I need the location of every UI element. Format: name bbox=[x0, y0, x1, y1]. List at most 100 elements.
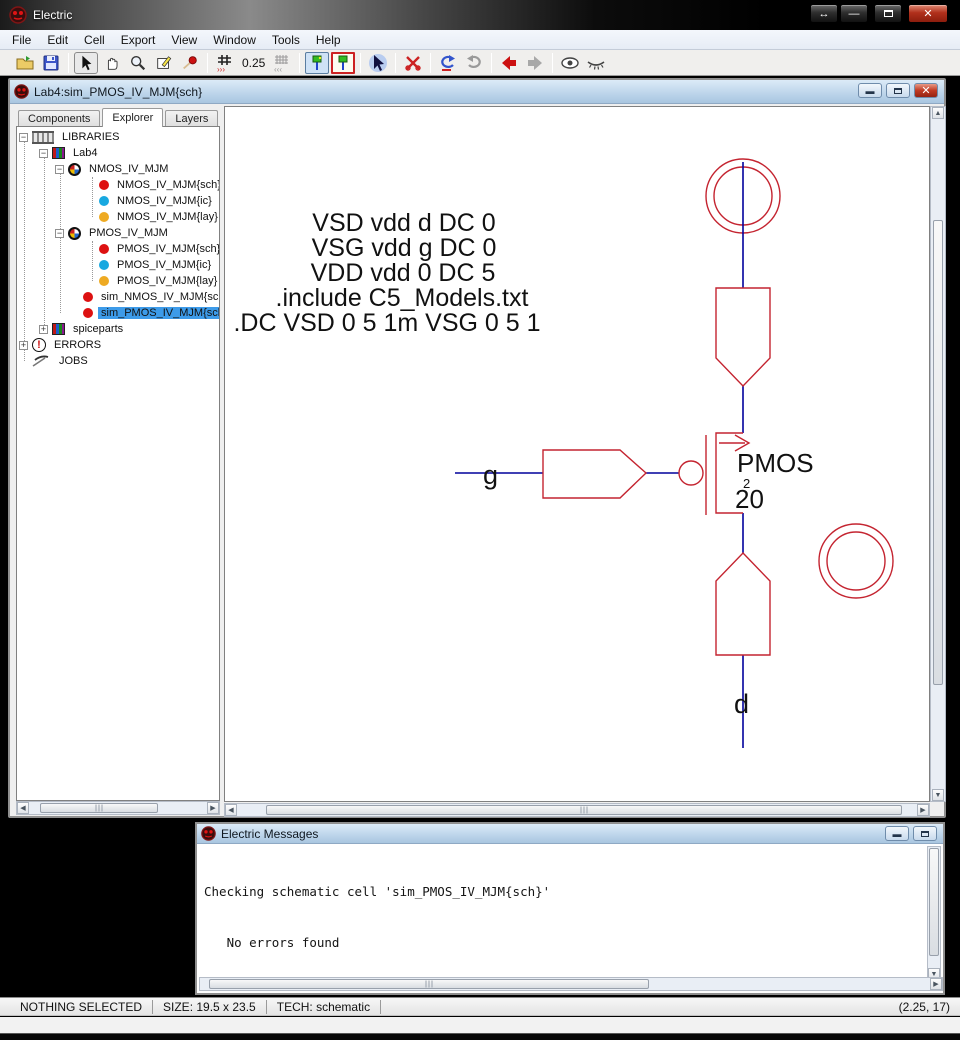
tab-layers[interactable]: Layers bbox=[165, 110, 219, 127]
schematic-canvas[interactable]: VSD vdd d DC 0 VSG vdd g DC 0 VDD vdd 0 … bbox=[224, 106, 930, 802]
icon-view-icon bbox=[99, 196, 109, 206]
minimize-icon: ▬ bbox=[865, 85, 875, 96]
scroll-up-icon[interactable]: ▲ bbox=[932, 107, 944, 119]
grid-coarse-button[interactable]: ››› bbox=[213, 52, 237, 74]
edit-maximize-button[interactable] bbox=[886, 83, 910, 98]
toolbar-separator bbox=[430, 52, 432, 73]
tree-item-sim-nmos-sch[interactable]: sim_NMOS_IV_MJM{sch} bbox=[17, 289, 219, 305]
scroll-left-icon[interactable]: ◀ bbox=[17, 802, 29, 814]
maximize-icon bbox=[894, 87, 902, 94]
menu-help[interactable]: Help bbox=[308, 31, 349, 49]
toolbar-separator bbox=[207, 52, 208, 73]
scrollbar-thumb[interactable] bbox=[929, 848, 939, 956]
tab-components[interactable]: Components bbox=[18, 110, 101, 127]
scroll-right-icon[interactable]: ▶ bbox=[917, 804, 929, 816]
library-building-icon bbox=[32, 130, 54, 144]
canvas-vertical-scrollbar[interactable]: ▲ ▼ bbox=[930, 106, 946, 802]
tab-explorer[interactable]: Explorer bbox=[102, 108, 164, 127]
undo-button[interactable] bbox=[436, 52, 460, 74]
device-label: PMOS bbox=[737, 448, 814, 478]
tree-horizontal-scrollbar[interactable]: ◀ ▶ bbox=[16, 801, 220, 815]
tree-item-nmos-lay[interactable]: NMOS_IV_MJM{lay} bbox=[17, 209, 219, 225]
electric-app-icon bbox=[14, 84, 29, 99]
close-button[interactable]: ✕ bbox=[908, 4, 948, 23]
menu-bar: File Edit Cell Export View Window Tools … bbox=[0, 30, 960, 50]
tree-item-sim-pmos-sch[interactable]: sim_PMOS_IV_MJM{sch} bbox=[17, 305, 219, 321]
scrollbar-thumb[interactable] bbox=[933, 220, 943, 685]
messages-title-bar[interactable]: Electric Messages ▬ bbox=[197, 824, 943, 844]
canvas-horizontal-scrollbar[interactable]: ◀ ▶ bbox=[224, 803, 930, 817]
grid-spacing-value[interactable]: 0.25 bbox=[238, 56, 269, 70]
select-mode-button[interactable] bbox=[74, 51, 98, 74]
probe-button[interactable] bbox=[178, 52, 202, 74]
scrollbar-thumb[interactable] bbox=[209, 979, 649, 989]
tree-item-nmos-iv-mjm[interactable]: − NMOS_IV_MJM bbox=[17, 161, 219, 177]
maximize-button[interactable] bbox=[874, 4, 902, 23]
scroll-down-icon[interactable]: ▼ bbox=[932, 789, 944, 801]
collapse-expander[interactable]: − bbox=[19, 132, 28, 142]
menu-export[interactable]: Export bbox=[113, 31, 164, 49]
tree-item-pmos-lay[interactable]: PMOS_IV_MJM{lay} bbox=[17, 273, 219, 289]
messages-maximize-button[interactable] bbox=[913, 826, 937, 841]
voltage-source-vsd bbox=[715, 551, 771, 656]
go-forward-button[interactable] bbox=[523, 52, 547, 74]
menu-file[interactable]: File bbox=[4, 31, 39, 49]
collapse-hierarchy-button[interactable] bbox=[584, 52, 608, 74]
redo-button[interactable] bbox=[462, 52, 486, 74]
tree-item-spiceparts[interactable]: + spiceparts bbox=[17, 321, 219, 337]
explorer-tree: − LIBRARIES − Lab4 − NMOS_IV_MJM NMOS_IV… bbox=[16, 126, 220, 801]
tree-item-jobs[interactable]: JOBS bbox=[17, 353, 219, 369]
save-library-button[interactable] bbox=[39, 52, 63, 74]
messages-vertical-scrollbar[interactable]: ▼ bbox=[927, 846, 941, 981]
tree-item-errors[interactable]: + ! ERRORS bbox=[17, 337, 219, 353]
window-switch-button[interactable]: ↔ bbox=[810, 4, 838, 23]
scrollbar-thumb[interactable] bbox=[40, 803, 158, 813]
menu-edit[interactable]: Edit bbox=[39, 31, 76, 49]
tree-item-lab4[interactable]: − Lab4 bbox=[17, 145, 219, 161]
edit-cell-button[interactable] bbox=[152, 52, 176, 74]
expand-expander[interactable]: + bbox=[19, 340, 28, 350]
undo-icon bbox=[441, 54, 456, 71]
voltage-source-vsg bbox=[715, 287, 771, 388]
collapse-expander[interactable]: − bbox=[55, 228, 64, 238]
scroll-right-icon[interactable]: ▶ bbox=[207, 802, 219, 814]
gate-connector bbox=[542, 449, 648, 499]
messages-horizontal-scrollbar[interactable]: ▶ bbox=[199, 977, 943, 991]
go-back-button[interactable] bbox=[497, 52, 521, 74]
messages-console[interactable]: Checking schematic cell 'sim_PMOS_IV_MJM… bbox=[199, 846, 929, 981]
objects-select-button[interactable] bbox=[366, 52, 390, 74]
tree-item-nmos-sch[interactable]: NMOS_IV_MJM{sch} bbox=[17, 177, 219, 193]
pan-mode-button[interactable] bbox=[100, 52, 124, 74]
edit-window-title-bar[interactable]: Lab4:sim_PMOS_IV_MJM{sch} ▬ ✕ bbox=[10, 80, 944, 104]
menu-window[interactable]: Window bbox=[205, 31, 264, 49]
selection-status: NOTHING SELECTED bbox=[20, 999, 143, 1014]
tree-item-nmos-ic[interactable]: NMOS_IV_MJM{ic} bbox=[17, 193, 219, 209]
scroll-left-icon[interactable]: ◀ bbox=[225, 804, 237, 816]
main-title-bar[interactable]: Electric ↔ — ✕ bbox=[0, 0, 960, 30]
check-repair-button[interactable] bbox=[401, 52, 425, 74]
edit-minimize-button[interactable]: ▬ bbox=[858, 83, 882, 98]
minimize-button[interactable]: — bbox=[840, 4, 868, 23]
expand-expander[interactable]: + bbox=[39, 324, 48, 334]
forward-arrow-icon bbox=[528, 55, 543, 70]
menu-tools[interactable]: Tools bbox=[264, 31, 308, 49]
expand-hierarchy-button[interactable] bbox=[558, 52, 582, 74]
tree-item-pmos-ic[interactable]: PMOS_IV_MJM{ic} bbox=[17, 257, 219, 273]
toggle-exports-button[interactable] bbox=[331, 51, 356, 74]
toggle-pins-button[interactable] bbox=[305, 51, 330, 74]
grid-fine-button[interactable]: ‹‹‹ bbox=[270, 52, 294, 74]
menu-cell[interactable]: Cell bbox=[76, 31, 113, 49]
messages-minimize-button[interactable]: ▬ bbox=[885, 826, 909, 841]
collapse-expander[interactable]: − bbox=[39, 148, 48, 158]
scroll-right-icon[interactable]: ▶ bbox=[930, 978, 942, 990]
scrollbar-thumb[interactable] bbox=[266, 805, 902, 815]
open-library-button[interactable] bbox=[13, 52, 37, 74]
tree-item-libraries[interactable]: − LIBRARIES bbox=[17, 129, 219, 145]
menu-view[interactable]: View bbox=[163, 31, 205, 49]
edit-close-button[interactable]: ✕ bbox=[914, 83, 938, 98]
tree-item-pmos-iv-mjm[interactable]: − PMOS_IV_MJM bbox=[17, 225, 219, 241]
tree-item-pmos-sch[interactable]: PMOS_IV_MJM{sch} bbox=[17, 241, 219, 257]
collapse-expander[interactable]: − bbox=[55, 164, 64, 174]
spice-line-4: .include C5_Models.txt bbox=[276, 284, 529, 312]
zoom-mode-button[interactable] bbox=[126, 52, 150, 74]
